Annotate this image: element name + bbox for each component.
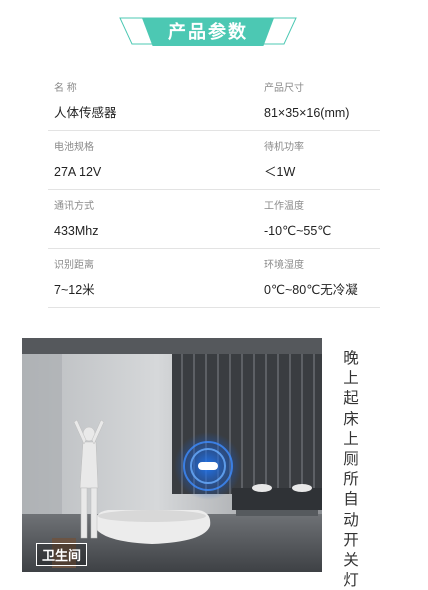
scene-caption: 晚上起床上厕所自动开关灯 — [343, 349, 359, 590]
spec-cell: 产品尺寸 81×35×16(mm) — [264, 72, 349, 121]
spec-label: 工作温度 — [264, 201, 304, 212]
room-label: 卫生间 — [36, 543, 88, 566]
spec-row: 通讯方式 433Mhz 工作温度 -10℃~55℃ — [48, 190, 380, 249]
spec-row: 电池规格 27A 12V 待机功率 ＜1W — [48, 131, 380, 190]
spec-table: 名 称 人体传感器 产品尺寸 81×35×16(mm) 电池规格 27A 12V… — [48, 72, 380, 308]
spec-value: 81×35×16(mm) — [264, 106, 350, 120]
spec-value: 27A 12V — [54, 165, 102, 179]
spec-cell: 电池规格 27A 12V — [54, 131, 101, 180]
spec-label: 环境湿度 — [264, 260, 304, 271]
spec-cell: 识别距离 7~12米 — [54, 249, 95, 298]
spec-value: 7~12米 — [54, 283, 95, 297]
section-title: 产品参数 — [168, 22, 248, 42]
spec-value: 433Mhz — [54, 224, 99, 238]
bathroom-scene-image: 卫生间 — [22, 338, 322, 572]
spec-value: 0℃~80℃无冷凝 — [264, 283, 358, 297]
spec-cell: 环境湿度 0℃~80℃无冷凝 — [264, 249, 358, 298]
spec-cell: 名 称 人体传感器 — [54, 72, 117, 121]
spec-row: 名 称 人体传感器 产品尺寸 81×35×16(mm) — [48, 72, 380, 131]
spec-label: 电池规格 — [54, 142, 94, 153]
sensor-device-icon — [198, 462, 218, 470]
spec-cell: 待机功率 ＜1W — [264, 131, 304, 180]
spec-row: 识别距离 7~12米 环境湿度 0℃~80℃无冷凝 — [48, 249, 380, 308]
spec-cell: 通讯方式 433Mhz — [54, 190, 98, 239]
spec-cell: 工作温度 -10℃~55℃ — [264, 190, 331, 239]
spec-value: 人体传感器 — [54, 106, 117, 120]
spec-value: ＜1W — [264, 165, 296, 179]
spec-label: 产品尺寸 — [264, 83, 304, 94]
spec-label: 通讯方式 — [54, 201, 94, 212]
spec-label: 识别距离 — [54, 260, 94, 271]
section-header: 产品参数 — [118, 14, 298, 48]
spec-label: 名 称 — [54, 83, 77, 94]
spec-label: 待机功率 — [264, 142, 304, 153]
spec-value: -10℃~55℃ — [264, 224, 332, 238]
